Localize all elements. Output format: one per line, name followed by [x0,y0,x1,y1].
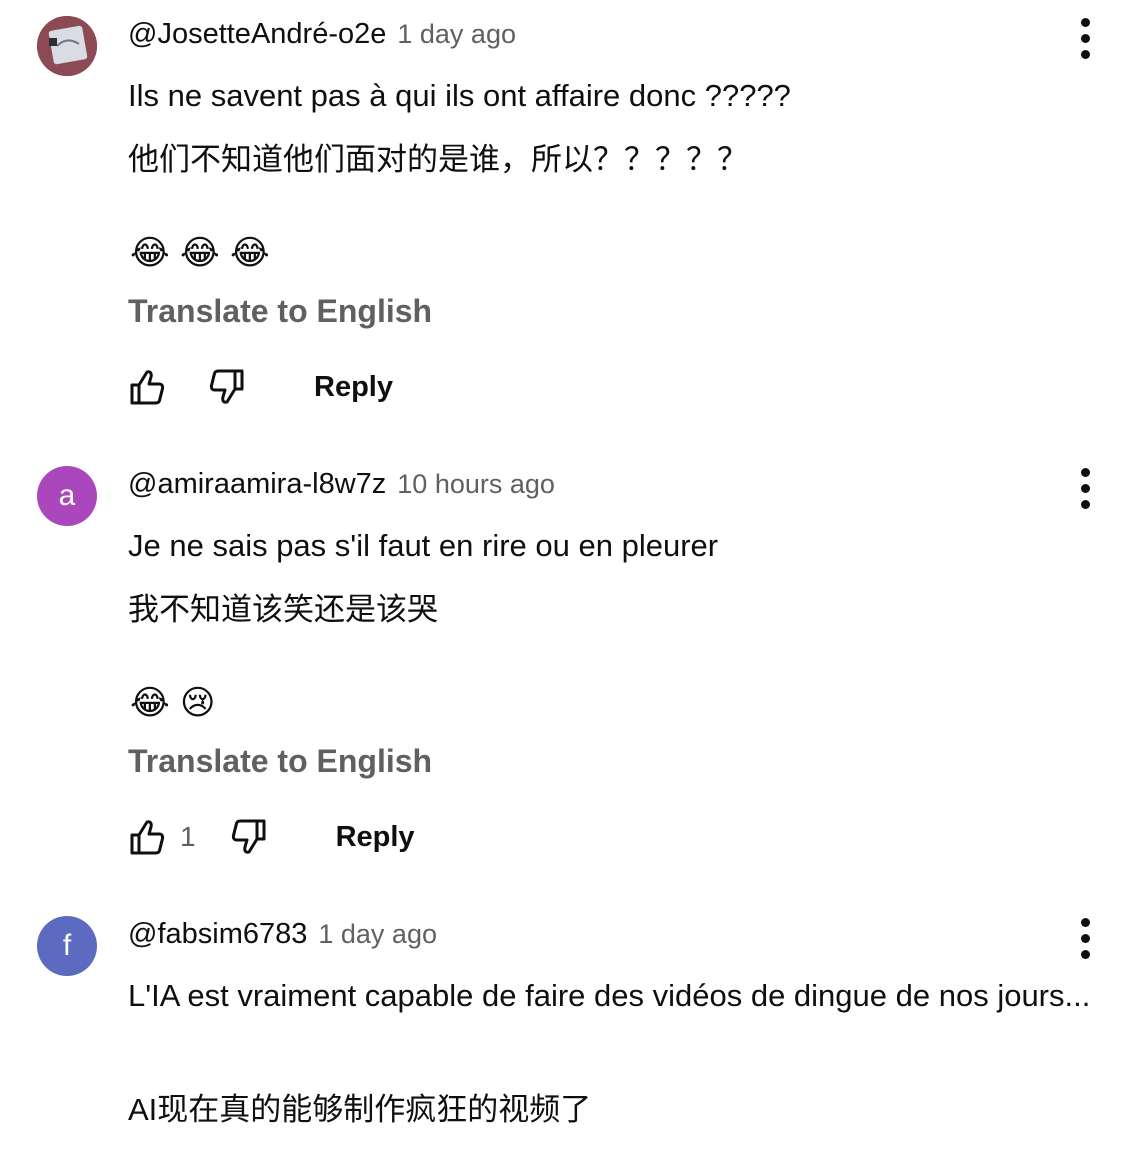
more-options-icon[interactable] [1068,914,1102,962]
comment-text-chinese: 我不知道该笑还是该哭 [128,592,438,627]
author-name[interactable]: @fabsim6783 [128,918,307,951]
comment-header: @amiraamira-l8w7z 10 hours ago [128,468,555,508]
thumb-up-icon[interactable] [128,817,166,857]
comment-actions: Reply [128,365,393,409]
comment-actions: 1 Reply [128,815,415,859]
laughing-emoji-icon: 😂 [230,234,270,272]
like-count: 1 [180,821,196,852]
thumb-up-icon[interactable] [128,367,166,407]
avatar[interactable] [37,16,97,76]
comment-text-french: Je ne sais pas s'il faut en rire ou en p… [128,528,719,563]
comment-item: @JosetteAndré-o2e 1 day ago Ils ne saven… [0,0,1132,450]
avatar[interactable]: a [37,466,97,526]
reply-button[interactable]: Reply [314,371,393,404]
comment-item: a @amiraamira-l8w7z 10 hours ago Je ne s… [0,450,1132,900]
crying-emoji-icon: 😢 [180,684,216,722]
avatar-letter: a [58,479,76,512]
comment-text-chinese: 他们不知道他们面对的是谁，所以？？？？？ [128,142,748,177]
more-options-icon[interactable] [1068,464,1102,512]
translate-button[interactable]: Translate to English [128,741,432,781]
comment-text-french: L'IA est vraiment capable de faire des v… [128,978,1091,1013]
avatar-image-icon [37,16,97,76]
timestamp[interactable]: 1 day ago [318,919,437,950]
more-options-icon[interactable] [1068,14,1102,62]
laughing-emoji-icon: 😂 [180,234,220,272]
emoji-row: 😂 😂 😂 [130,233,270,273]
author-name[interactable]: @amiraamira-l8w7z [128,468,386,501]
emoji-row: 😂 😢 [130,683,220,723]
author-name[interactable]: @JosetteAndré-o2e [128,18,386,51]
avatar-letter: f [62,929,72,962]
thumb-down-icon[interactable] [208,367,246,407]
comment-text-chinese: AI现在真的能够制作疯狂的视频了 [128,1092,592,1127]
avatar[interactable]: f [37,916,97,976]
comment-item: f @fabsim6783 1 day ago L'IA est vraimen… [0,900,1132,1160]
laughing-emoji-icon: 😂 [130,234,170,272]
thumb-down-icon[interactable] [230,817,268,857]
reply-button[interactable]: Reply [336,821,415,854]
translate-button[interactable]: Translate to English [128,291,432,331]
timestamp[interactable]: 1 day ago [397,19,516,50]
comment-text-french: Ils ne savent pas à qui ils ont affaire … [128,78,791,113]
laughing-emoji-icon: 😂 [130,684,170,722]
comment-header: @fabsim6783 1 day ago [128,918,437,958]
comment-header: @JosetteAndré-o2e 1 day ago [128,18,516,58]
timestamp[interactable]: 10 hours ago [397,469,555,500]
